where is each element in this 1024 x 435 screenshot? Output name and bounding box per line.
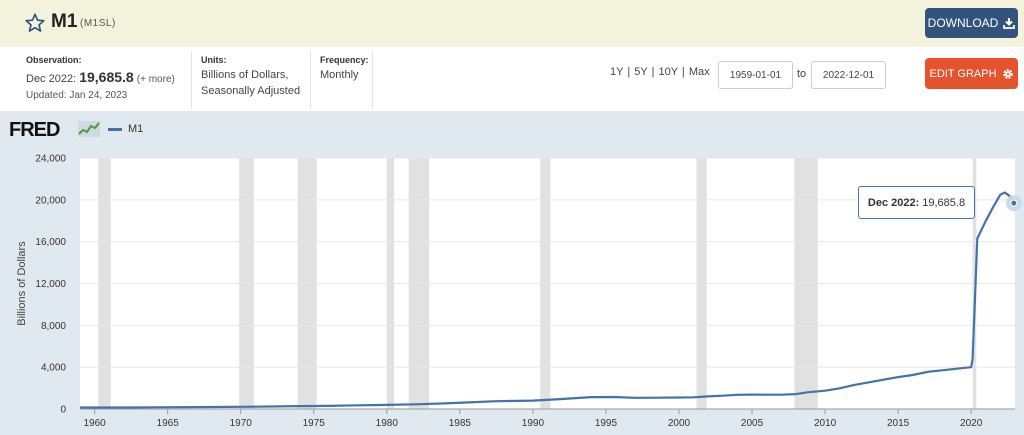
x-tick-label: 1975 xyxy=(303,418,326,429)
observation-label: Observation: xyxy=(26,55,82,65)
x-tick-label: 2010 xyxy=(814,418,837,429)
frequency-block: Frequency: Monthly xyxy=(320,55,369,83)
x-tick-label: 1990 xyxy=(522,418,545,429)
y-tick-label: 0 xyxy=(60,405,66,416)
observation-block: Observation: Dec 2022: 19,685.8 (+ more)… xyxy=(26,55,175,101)
y-tick-label: 4,000 xyxy=(41,363,66,374)
y-tick-label: 12,000 xyxy=(35,279,66,290)
divider xyxy=(310,51,311,109)
divider xyxy=(191,51,192,109)
range-5y[interactable]: 5Y xyxy=(634,66,647,78)
x-tick-label: 1965 xyxy=(157,418,180,429)
y-tick-label: 20,000 xyxy=(35,195,66,206)
x-tick-label: 1980 xyxy=(376,418,399,429)
units-line1: Billions of Dollars, xyxy=(201,69,289,81)
series-metadata: Observation: Dec 2022: 19,685.8 (+ more)… xyxy=(0,47,1024,111)
edit-graph-button[interactable]: EDIT GRAPH xyxy=(925,58,1018,89)
tooltip-value: 19,685.8 xyxy=(922,196,966,209)
observation-more-link[interactable]: (+ more) xyxy=(137,74,175,85)
range-selector: 1Y | 5Y | 10Y | Max xyxy=(610,66,710,78)
units-line2: Seasonally Adjusted xyxy=(201,85,301,97)
observation-date: Dec 2022: xyxy=(26,73,77,85)
x-tick-label: 1970 xyxy=(230,418,253,429)
frequency-label: Frequency: xyxy=(320,55,369,65)
range-max[interactable]: Max xyxy=(689,66,710,78)
line-chart[interactable]: 0 4,000 8,000 12,000 16,000 20,000 24,000 1960 1… xyxy=(0,111,1024,435)
y-tick-label: 24,000 xyxy=(35,154,66,165)
y-tick-label: 8,000 xyxy=(41,321,66,332)
series-header: M1 (M1SL) DOWNLOAD xyxy=(0,0,1024,47)
start-date-input[interactable]: 1959-01-01 xyxy=(718,61,793,89)
edit-graph-label: EDIT GRAPH xyxy=(929,67,997,80)
units-block: Units: Billions of Dollars, Seasonally A… xyxy=(201,55,300,99)
x-tick-label: 2000 xyxy=(668,418,691,429)
star-icon[interactable] xyxy=(24,12,46,34)
x-tick-label: 1985 xyxy=(449,418,472,429)
end-date-input[interactable]: 2022-12-01 xyxy=(811,61,886,89)
tooltip-date: Dec 2022: xyxy=(867,196,920,209)
download-icon xyxy=(1003,18,1016,29)
y-tick-label: 16,000 xyxy=(35,237,66,248)
gear-icon xyxy=(1002,68,1013,79)
series-title: M1 xyxy=(51,11,78,32)
download-label: DOWNLOAD xyxy=(927,16,999,30)
divider xyxy=(372,51,373,109)
x-tick-label: 2005 xyxy=(741,418,764,429)
observation-value: 19,685.8 xyxy=(79,69,134,85)
chart-tooltip: Dec 2022: 19,685.8 xyxy=(858,186,975,219)
x-tick-label: 2020 xyxy=(960,418,983,429)
hover-point xyxy=(1010,199,1018,207)
frequency-value: Monthly xyxy=(320,69,359,81)
units-label: Units: xyxy=(201,55,227,65)
range-10y[interactable]: 10Y xyxy=(659,66,678,78)
to-label: to xyxy=(797,68,807,80)
x-tick-label: 1995 xyxy=(595,418,618,429)
x-tick-label: 2015 xyxy=(887,418,910,429)
series-id: (M1SL) xyxy=(80,18,116,29)
x-tick-label: 1960 xyxy=(83,418,106,429)
updated-date: Updated: Jan 24, 2023 xyxy=(26,90,128,101)
range-1y[interactable]: 1Y xyxy=(610,66,623,78)
y-axis-label: Billions of Dollars xyxy=(16,241,28,326)
download-button[interactable]: DOWNLOAD xyxy=(925,8,1018,38)
